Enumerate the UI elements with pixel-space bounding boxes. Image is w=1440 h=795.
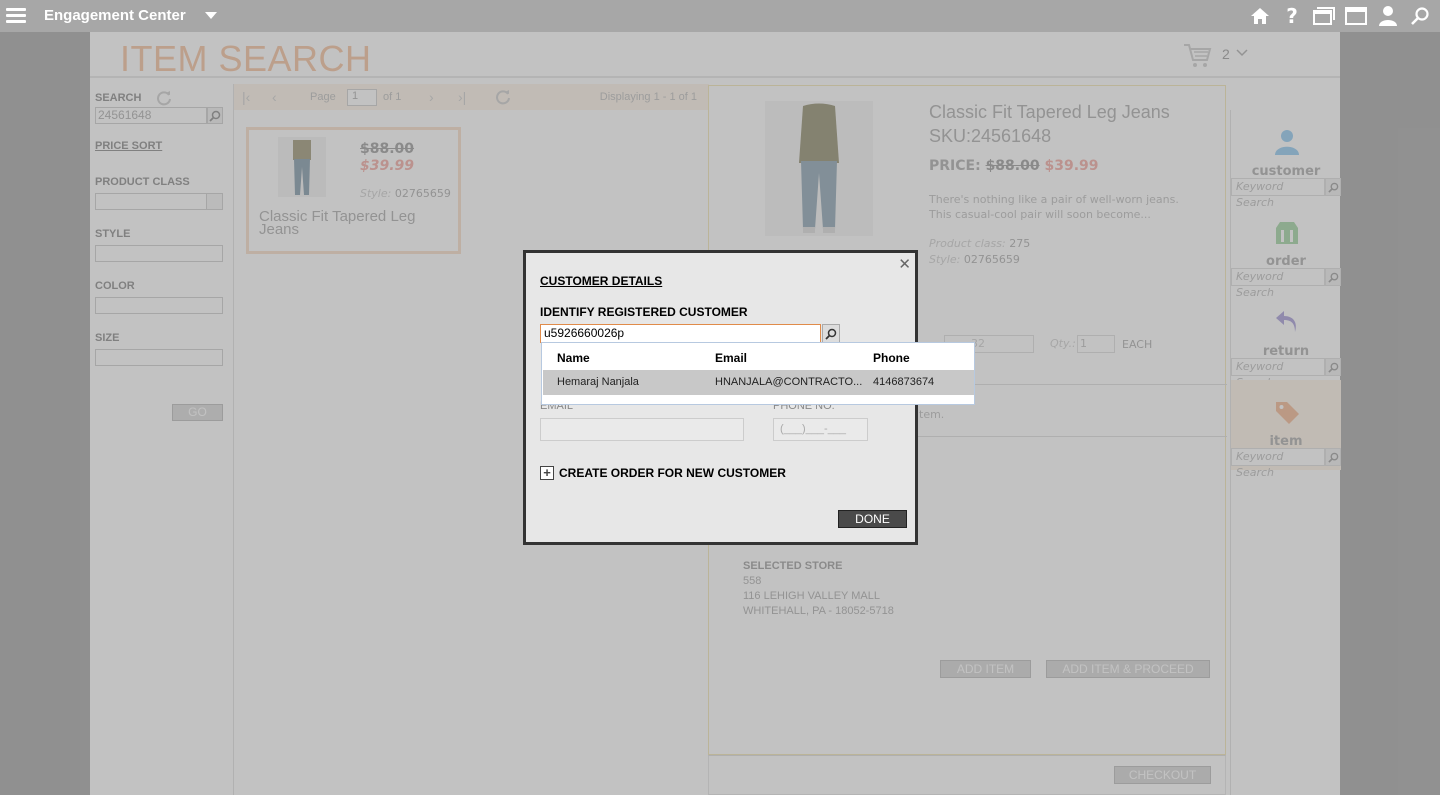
plus-icon: + — [540, 466, 554, 480]
column-header-phone: Phone — [873, 351, 910, 365]
customer-name: Hemaraj Nanjala — [557, 376, 639, 388]
close-icon[interactable]: ✕ — [898, 255, 911, 273]
menu-icon[interactable] — [6, 8, 26, 24]
help-icon[interactable]: ? — [1280, 4, 1304, 28]
customer-autocomplete: Name Email Phone Hemaraj Nanjala HNANJAL… — [541, 342, 975, 405]
customer-email: HNANJALA@CONTRACTO... — [715, 376, 863, 388]
search-icon — [825, 328, 837, 340]
create-order-new-customer[interactable]: + CREATE ORDER FOR NEW CUSTOMER — [540, 466, 786, 480]
customer-search-button[interactable] — [822, 324, 840, 343]
column-header-email: Email — [715, 351, 748, 365]
customer-search-input[interactable]: u5926660026p — [540, 324, 821, 343]
app-title: Engagement Center — [44, 7, 186, 24]
column-header-name: Name — [557, 351, 590, 365]
window-icon[interactable] — [1344, 4, 1368, 28]
autocomplete-row[interactable]: Hemaraj Nanjala HNANJALA@CONTRACTO... 41… — [543, 370, 974, 395]
dialog-subtitle: IDENTIFY REGISTERED CUSTOMER — [540, 305, 748, 319]
home-icon[interactable] — [1248, 4, 1272, 28]
app-switcher-caret-icon[interactable] — [205, 12, 217, 19]
email-field[interactable] — [540, 418, 744, 441]
dialog-title: CUSTOMER DETAILS — [540, 274, 663, 288]
customer-phone: 4146873674 — [873, 376, 935, 388]
top-bar: Engagement Center ? — [0, 0, 1440, 32]
done-button[interactable]: DONE — [838, 510, 907, 528]
phone-field[interactable]: (___)___-___ — [773, 418, 868, 441]
user-icon[interactable] — [1376, 4, 1400, 28]
search-icon[interactable] — [1408, 4, 1432, 28]
windows-icon[interactable] — [1312, 4, 1336, 28]
create-order-label: CREATE ORDER FOR NEW CUSTOMER — [559, 466, 786, 480]
